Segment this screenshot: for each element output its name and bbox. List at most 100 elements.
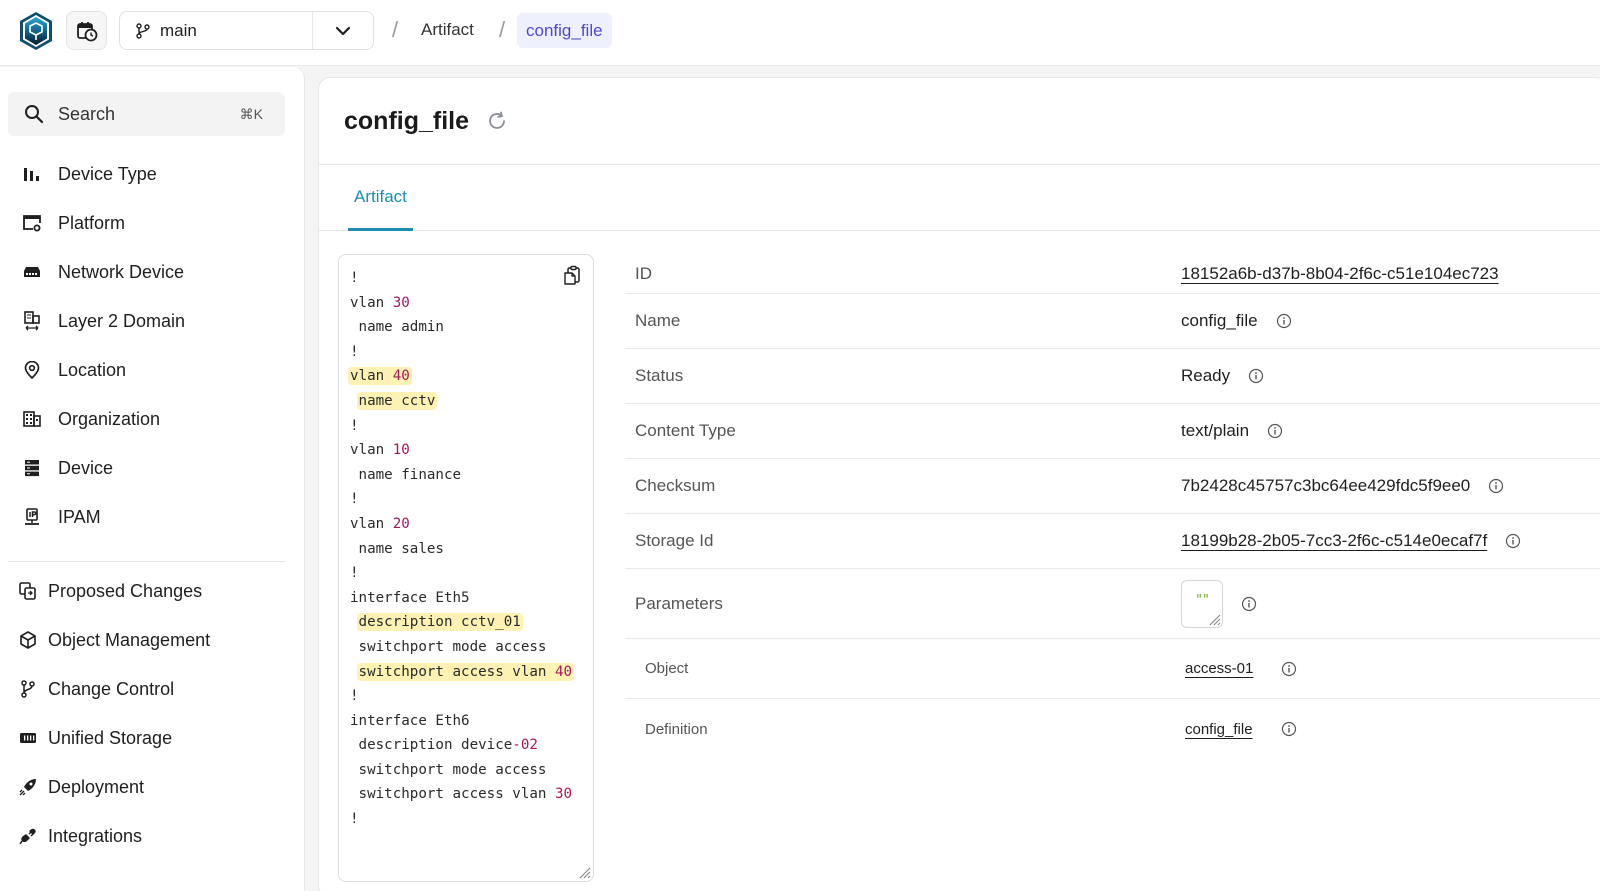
refresh-icon[interactable] [487,111,507,131]
code-text: ! [350,565,359,582]
code-text: vlan [350,294,393,311]
sidebar-item-organization[interactable]: Organization [22,404,160,434]
code-line: vlan 10 [350,438,574,463]
info-icon[interactable] [1488,478,1504,494]
sidebar-item-proposed-changes[interactable]: Proposed Changes [18,576,202,606]
id-link[interactable]: 18152a6b-d37b-8b04-2f6c-c51e104ec723 [1181,264,1499,284]
storage-id-link[interactable]: 18199b28-2b05-7cc3-2f6c-c514e0ecaf7f [1181,531,1487,551]
code-text: switchport access vlan [358,663,556,680]
branch-selector[interactable]: main [119,11,374,50]
code-line: name finance [350,463,574,488]
status-value: Ready [1181,366,1231,385]
branch-dropdown-button[interactable] [313,12,373,49]
tab-artifact[interactable]: Artifact [348,166,413,231]
info-icon[interactable] [1248,368,1264,384]
code-text: ! [350,491,359,508]
sidebar-item-label: Proposed Changes [48,580,203,601]
code-line: name admin [350,315,574,340]
code-line: switchport access vlan 30 [350,782,574,807]
code-line: name sales [350,537,574,562]
code-line: switchport mode access [350,758,574,783]
sidebar-item-change-control[interactable]: Change Control [18,674,174,704]
property-row-checksum: Checksum 7b2428c45757c3bc64ee429fdc5f9ee… [625,459,1600,514]
info-icon[interactable] [1281,721,1297,737]
sidebar-item-label: Organization [58,408,161,429]
code-line: name cctv [350,389,574,414]
search-shortcut: ⌘K [239,105,263,122]
breadcrumb-current[interactable]: config_file [517,13,612,48]
code-line: ! [350,487,574,512]
object-link[interactable]: access-01 [1185,660,1253,677]
resize-handle-icon[interactable] [577,865,591,879]
property-label: Parameters [635,593,723,613]
parameters-json-viewer[interactable]: "" [1181,579,1223,628]
artifact-content-viewer[interactable]: ! vlan 30 name admin! vlan 40 name cctv! vl… [338,254,594,882]
sidebar-item-deployment[interactable]: Deployment [18,772,144,802]
info-icon[interactable] [1281,661,1297,677]
property-label: Definition [645,720,708,738]
info-icon[interactable] [1267,423,1283,439]
code-text: ! [350,688,359,705]
layer2-domain-icon [22,311,42,331]
sidebar-item-device-type[interactable]: Device Type [22,159,157,189]
code-line: vlan 20 [350,512,574,537]
sidebar-item-object-management[interactable]: Object Management [18,625,210,655]
search-button[interactable]: Search ⌘K [8,92,285,136]
code-line: ! [350,414,574,439]
code-line: vlan 30 [350,291,574,316]
code-text: name sales [350,540,444,557]
breadcrumb-artifact[interactable]: Artifact [421,20,474,40]
code-text: interface Eth6 [350,712,470,729]
rocket-icon [18,777,38,797]
sidebar-item-ipam[interactable]: IPAM [22,502,101,532]
sidebar-item-label: Unified Storage [48,727,173,748]
property-label: Name [635,311,681,330]
plug-icon [18,826,38,846]
sidebar-divider [8,561,285,562]
sidebar-item-network-device[interactable]: Network Device [22,257,184,287]
code-line: interface Eth6 [350,709,574,734]
sidebar-item-platform[interactable]: Platform [22,208,125,238]
checksum-value: 7b2428c45757c3bc64ee429fdc5f9ee0 [1181,476,1471,495]
sidebar-item-unified-storage[interactable]: Unified Storage [18,723,172,753]
search-icon [25,105,44,124]
time-travel-button[interactable] [66,11,107,50]
property-value: text/plain [1181,421,1283,441]
code-line: vlan 40 [348,364,574,389]
definition-link[interactable]: config_file [1185,721,1253,738]
code-number: 40 [555,663,573,680]
info-icon[interactable] [1276,313,1292,329]
code-text: ! [350,343,359,360]
code-text: name finance [350,466,462,483]
property-row-object: Object access-01 [625,639,1600,699]
sidebar-item-label: Device [58,457,114,478]
info-icon[interactable] [1505,533,1521,549]
sidebar-item-integrations[interactable]: Integrations [18,821,142,851]
sidebar-item-layer2-domain[interactable]: Layer 2 Domain [22,306,185,336]
ip-network-icon [22,507,42,527]
property-row-status: Status Ready [625,349,1600,404]
resize-handle-icon[interactable] [1207,612,1221,626]
sidebar-item-location[interactable]: Location [22,355,126,385]
property-value: 7b2428c45757c3bc64ee429fdc5f9ee0 [1181,476,1504,496]
code-number: 40 [392,368,410,385]
code-text: ! [350,417,359,434]
code-number: 20 [392,515,410,532]
calendar-clock-icon [76,21,97,41]
property-row-name: Name config_file [625,294,1600,349]
platform-settings-icon [22,213,42,233]
code-line: ! [350,266,574,291]
code-line: description device-02 [350,733,574,758]
building-icon [22,409,42,429]
property-label: Storage Id [635,531,714,550]
infrahub-logo-icon[interactable] [18,11,54,51]
code-number: 30 [392,294,410,311]
artifact-properties: ID 18152a6b-d37b-8b04-2f6c-c51e104ec723 … [625,254,1600,759]
code-text: switchport mode access [350,638,547,655]
parameters-value: "" [1195,592,1210,608]
property-label: ID [635,263,652,283]
info-icon[interactable] [1241,596,1257,612]
branch-current[interactable]: main [120,12,313,49]
proposed-changes-icon [18,581,38,601]
sidebar-item-device[interactable]: Device [22,453,113,483]
